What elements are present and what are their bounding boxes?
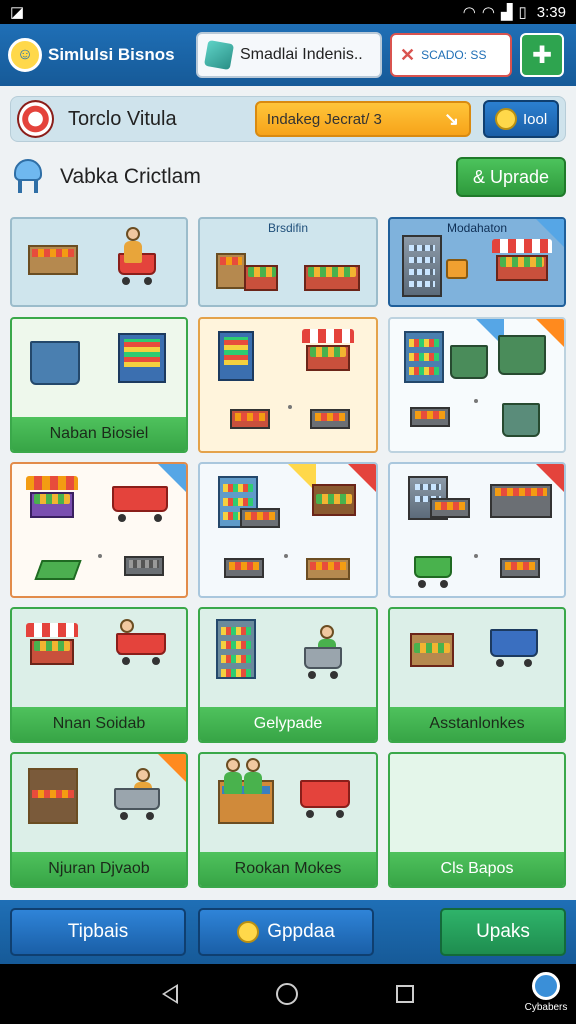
card-r3c3[interactable] [388,462,566,598]
card-r5c1[interactable]: Njuran Djvaob [10,752,188,888]
card-r5c2-label: Rookan Mokes [200,852,376,886]
bottom-button-3[interactable]: Upaks [440,908,566,956]
produce-stand-icon [240,249,280,293]
notification-icon: ◪ [10,4,25,21]
wifi-icon: ◠ [462,4,476,21]
bottom-button-2[interactable]: Gppdaa [198,908,374,956]
card-r3c1[interactable] [10,462,188,598]
corner-tag [158,754,186,782]
cart-stall-icon [308,476,360,520]
shopper-icon [122,227,144,267]
card-r4c1[interactable]: Nnan Soidab [10,607,188,743]
crate-icon [224,558,264,578]
trash-bin-icon [502,403,540,437]
signal-icon: ▟ [500,4,513,21]
shelf-icon [404,331,444,383]
cabinet-icon [28,768,78,824]
market-stall-icon [492,239,552,283]
tray-icon [430,498,470,518]
card-r4c2-label: Gelypade [200,707,376,741]
card-r2c2[interactable] [198,317,378,453]
crate-long-icon [306,558,350,580]
bottom-bar: Tipbais Gppdaa Upaks [0,900,576,964]
game-screen: ☺ Simlulsi Bisnos Smadlai Indenis.. ✕ SC… [0,24,576,964]
card-r4c3[interactable]: Asstanlonkes [388,607,566,743]
card-r5c2[interactable]: Rookan Mokes [198,752,378,888]
counter-icon [30,341,80,385]
market-stall-icon [26,476,78,520]
card-r2c3[interactable] [388,317,566,453]
stand-icon [28,245,78,275]
building-icon [402,235,442,297]
card-r1c1[interactable] [10,217,188,307]
bin-icon [450,345,488,379]
vending-machine-icon [218,331,254,381]
status-bar: ◪ ◠ ◠ ▟ ▯ 3:39 [0,0,576,24]
corner-badge-text: Cybabers [524,1002,568,1013]
card-r1c3[interactable]: Modahaton [388,217,566,307]
wifi-alt-icon: ◠ [481,4,495,21]
blue-cart-icon [490,629,540,669]
cart-icon [112,486,170,522]
produce-cart-icon [406,625,458,669]
bottom-button-1[interactable]: Tipbais [10,908,186,956]
corner-badge[interactable]: Cybabers [524,972,568,1020]
gear-icon [532,972,560,1000]
card-r1c3-heading: Modahaton [446,221,508,235]
tray-icon [240,508,280,528]
card-r4c2[interactable]: Gelypade [198,607,378,743]
status-time: 3:39 [536,3,566,21]
card-r5c1-label: Njuran Djvaob [12,852,186,886]
item-grid: Brsdifin Modahaton Naban Biosiel Nnan So… [0,24,576,964]
home-icon[interactable] [276,983,298,1005]
vendor-icon [222,758,244,798]
market-stall-icon [26,623,78,667]
tray-icon [500,558,540,578]
tray-icon [124,556,164,576]
crate-icon [410,407,450,427]
market-stall-icon [302,329,354,373]
cart-icon [116,633,168,665]
card-r1c2-heading: Brsdifin [267,221,308,235]
back-icon[interactable] [162,984,178,1004]
register-icon [230,409,270,429]
cart-icon [114,788,162,820]
card-r3c2[interactable] [198,462,378,598]
display-shelf-icon [118,333,166,383]
battery-icon: ▯ [518,4,527,21]
android-nav-bar [0,964,576,1024]
cart-icon [304,647,344,679]
vendor-icon [242,758,264,798]
cart-icon [300,780,352,820]
coin-icon [237,921,260,943]
card-r5c3[interactable]: Cls Bapos [388,752,566,888]
shelf-icon [216,619,256,679]
card-r4c3-label: Asstanlonkes [390,707,564,741]
bottom-button-2-label: Gppdaa [267,921,335,942]
counter-icon [490,484,552,518]
recent-apps-icon[interactable] [396,985,414,1003]
box-icon [446,259,468,279]
cart-icon [414,556,454,588]
card-r2c1-label: Naban Biosiel [12,417,186,451]
tray-icon [310,409,350,429]
green-stand-icon [498,335,546,375]
produce-counter-icon [300,249,362,293]
mat-icon [34,560,82,580]
card-r1c2[interactable]: Brsdifin [198,217,378,307]
card-r2c1[interactable]: Naban Biosiel [10,317,188,453]
card-r4c1-label: Nnan Soidab [12,707,186,741]
card-r5c3-label: Cls Bapos [390,852,564,886]
